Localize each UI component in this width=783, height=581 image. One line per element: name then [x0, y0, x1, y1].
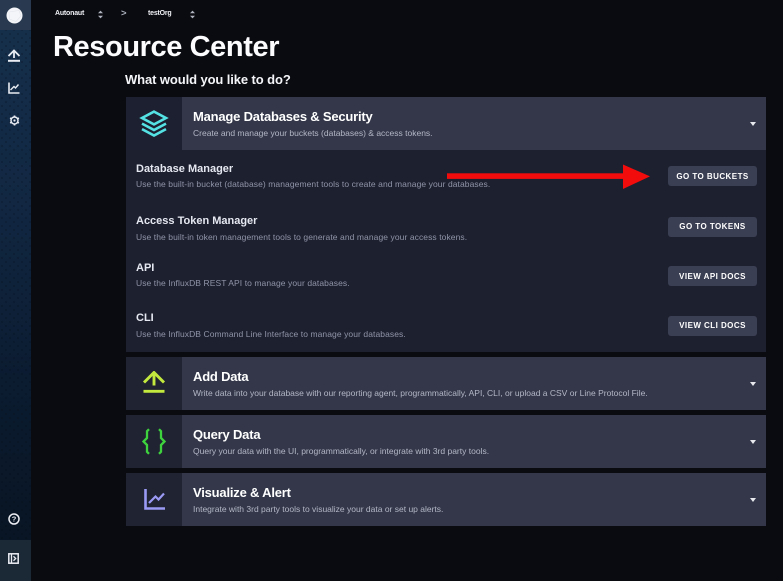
svg-text:?: ? — [12, 514, 17, 523]
